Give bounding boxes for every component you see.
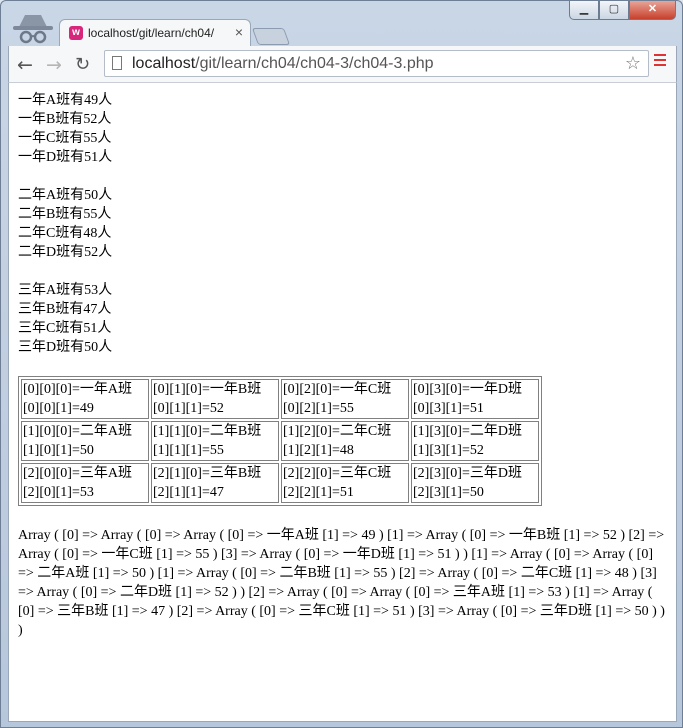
minimize-button[interactable]: ▁ [569,1,599,20]
url-host: localhost [132,55,196,72]
url-text[interactable]: localhost/git/learn/ch04/ch04-3/ch04-3.p… [132,55,434,73]
table-cell: [2][0][0]=三年A班 [2][0][1]=53 [21,463,149,503]
cell-value: [2][0][1]=53 [23,485,94,500]
table-cell: [0][3][0]=一年D班 [0][3][1]=51 [411,379,539,419]
cell-label: [2][1][0]=三年B班 [153,466,262,481]
table-cell: [1][1][0]=二年B班 [1][1][1]=55 [151,421,279,461]
back-arrow-icon[interactable]: ← [17,54,33,76]
tab-close-icon[interactable]: × [235,24,243,40]
array-dump-text: Array ( [0] => Array ( [0] => Array ( [0… [18,528,665,638]
url-path: /git/learn/ch04/ch04-3/ch04-3.php [195,55,434,72]
cell-label: [0][0][0]=一年A班 [23,382,132,397]
class-line: 一年D班有51人 [18,150,113,165]
table-cell: [2][2][0]=三年C班 [2][2][1]=51 [281,463,409,503]
class-group-1: 一年A班有49人 一年B班有52人 一年C班有55人 一年D班有51人 [18,91,673,167]
cell-label: [2][3][0]=三年D班 [413,466,522,481]
table-cell: [1][3][0]=二年D班 [1][3][1]=52 [411,421,539,461]
table-cell: [1][2][0]=二年C班 [1][2][1]=48 [281,421,409,461]
tab-active[interactable]: w localhost/git/learn/ch04/ × [59,19,251,46]
cell-value: [0][3][1]=51 [413,401,484,416]
incognito-icon [13,15,53,44]
forward-arrow-icon[interactable]: → [46,54,62,76]
table-cell: [1][0][0]=二年A班 [1][0][1]=50 [21,421,149,461]
cell-value: [0][0][1]=49 [23,401,94,416]
new-tab-button[interactable] [251,28,291,45]
cell-label: [2][2][0]=三年C班 [283,466,392,481]
class-line: 三年D班有50人 [18,340,113,355]
table-cell: [0][1][0]=一年B班 [0][1][1]=52 [151,379,279,419]
page-content: 一年A班有49人 一年B班有52人 一年C班有55人 一年D班有51人 二年A班… [8,82,677,722]
bookmark-star-icon[interactable]: ☆ [625,53,641,74]
cell-value: [1][2][1]=48 [283,443,354,458]
cell-label: [1][0][0]=二年A班 [23,424,132,439]
favicon-icon: w [69,26,83,40]
class-line: 一年B班有52人 [18,112,112,127]
close-window-button[interactable]: ✕ [629,1,676,20]
table-cell: [0][2][0]=一年C班 [0][2][1]=55 [281,379,409,419]
table-cell: [0][0][0]=一年A班 [0][0][1]=49 [21,379,149,419]
class-line: 二年D班有52人 [18,245,113,260]
cell-value: [0][2][1]=55 [283,401,354,416]
class-line: 三年C班有51人 [18,321,112,336]
table-row: [0][0][0]=一年A班 [0][0][1]=49 [0][1][0]=一年B… [21,379,539,419]
tab-strip: w localhost/git/learn/ch04/ × ▁ ▢ ✕ [1,1,682,46]
page-body: 一年A班有49人 一年B班有52人 一年C班有55人 一年D班有51人 二年A班… [18,91,673,640]
class-line: 三年A班有53人 [18,283,113,298]
menu-icon[interactable] [654,54,666,68]
reload-icon[interactable]: ↻ [75,54,90,75]
class-group-3: 三年A班有53人 三年B班有47人 三年C班有51人 三年D班有50人 [18,281,673,357]
class-group-2: 二年A班有50人 二年B班有55人 二年C班有48人 二年D班有52人 [18,186,673,262]
table-cell: [2][3][0]=三年D班 [2][3][1]=50 [411,463,539,503]
class-line: 一年C班有55人 [18,131,112,146]
tab-title: localhost/git/learn/ch04/ [88,26,215,40]
cell-label: [0][3][0]=一年D班 [413,382,522,397]
table-row: [2][0][0]=三年A班 [2][0][1]=53 [2][1][0]=三年B… [21,463,539,503]
cell-value: [1][0][1]=50 [23,443,94,458]
browser-toolbar: ← → ↻ localhost/git/learn/ch04/ch04-3/ch… [8,46,677,82]
cell-label: [1][1][0]=二年B班 [153,424,262,439]
cell-value: [2][1][1]=47 [153,485,224,500]
class-line: 二年B班有55人 [18,207,112,222]
cell-value: [2][3][1]=50 [413,485,484,500]
maximize-button[interactable]: ▢ [599,1,629,20]
cell-label: [0][1][0]=一年B班 [153,382,262,397]
cell-value: [1][1][1]=55 [153,443,224,458]
class-line: 二年C班有48人 [18,226,112,241]
browser-window: w localhost/git/learn/ch04/ × ▁ ▢ ✕ ← → … [0,0,683,728]
cell-label: [0][2][0]=一年C班 [283,382,392,397]
address-bar[interactable]: localhost/git/learn/ch04/ch04-3/ch04-3.p… [104,50,649,77]
class-line: 一年A班有49人 [18,93,113,108]
table-cell: [2][1][0]=三年B班 [2][1][1]=47 [151,463,279,503]
class-table: [0][0][0]=一年A班 [0][0][1]=49 [0][1][0]=一年B… [18,376,542,506]
cell-label: [2][0][0]=三年A班 [23,466,132,481]
window-controls: ▁ ▢ ✕ [569,1,676,21]
class-line: 三年B班有47人 [18,302,112,317]
cell-value: [0][1][1]=52 [153,401,224,416]
cell-label: [1][2][0]=二年C班 [283,424,392,439]
cell-value: [1][3][1]=52 [413,443,484,458]
cell-label: [1][3][0]=二年D班 [413,424,522,439]
page-icon [112,56,122,70]
cell-value: [2][2][1]=51 [283,485,354,500]
table-row: [1][0][0]=二年A班 [1][0][1]=50 [1][1][0]=二年B… [21,421,539,461]
class-line: 二年A班有50人 [18,188,113,203]
